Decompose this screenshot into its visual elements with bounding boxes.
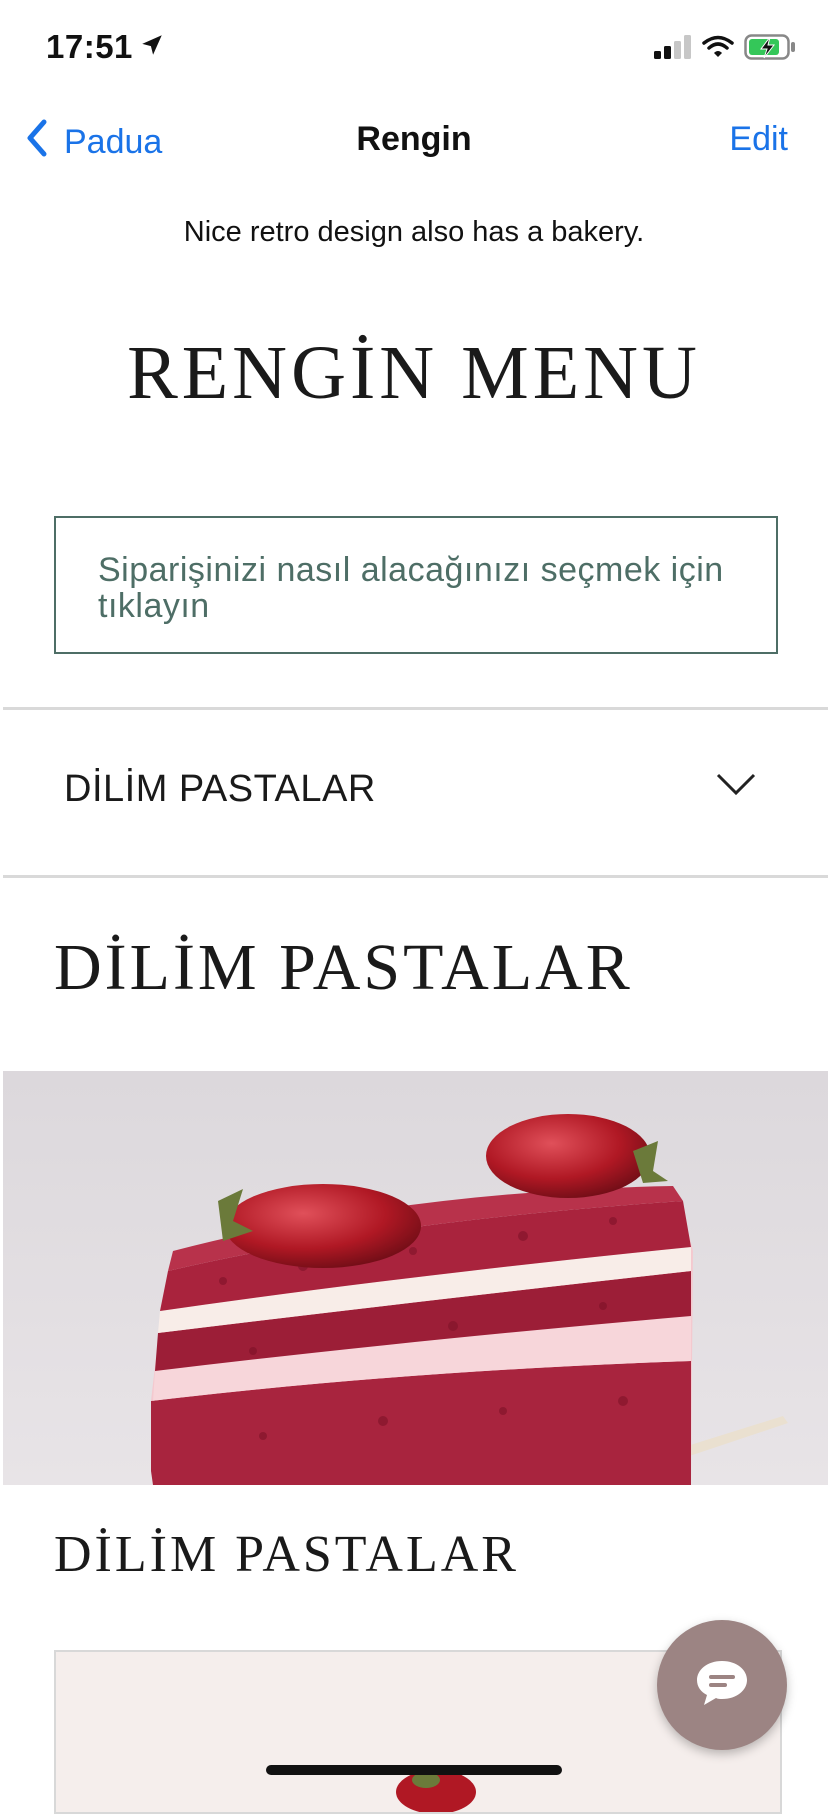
cellular-signal-icon — [654, 35, 692, 64]
chat-button[interactable] — [657, 1620, 787, 1750]
item-heading: DİLİM PASTALAR — [54, 1526, 519, 1583]
note-subtitle: Nice retro design also has a bakery. — [183, 216, 645, 248]
chat-bubble-icon — [694, 1658, 750, 1713]
status-icons — [654, 34, 796, 65]
battery-charging-icon — [744, 34, 796, 65]
cake-photo — [3, 1071, 828, 1485]
status-time: 17:51 — [46, 28, 165, 66]
home-indicator — [266, 1765, 562, 1775]
category-dropdown-label: DİLİM PASTALAR — [64, 768, 376, 810]
edit-button[interactable]: Edit — [729, 120, 788, 159]
divider — [3, 875, 828, 878]
page-title: Rengin — [356, 120, 472, 158]
wifi-icon — [702, 35, 734, 64]
section-heading: DİLİM PASTALAR — [54, 931, 633, 1004]
category-dropdown[interactable]: DİLİM PASTALAR — [3, 712, 828, 874]
menu-title: RENGİN MENU — [127, 331, 701, 415]
status-time-text: 17:51 — [46, 28, 133, 65]
location-arrow-icon — [139, 28, 165, 66]
order-method-button[interactable]: Siparişinizi nasıl alacağınızı seçmek iç… — [54, 516, 778, 654]
divider — [3, 707, 828, 710]
chevron-down-icon — [716, 772, 756, 801]
